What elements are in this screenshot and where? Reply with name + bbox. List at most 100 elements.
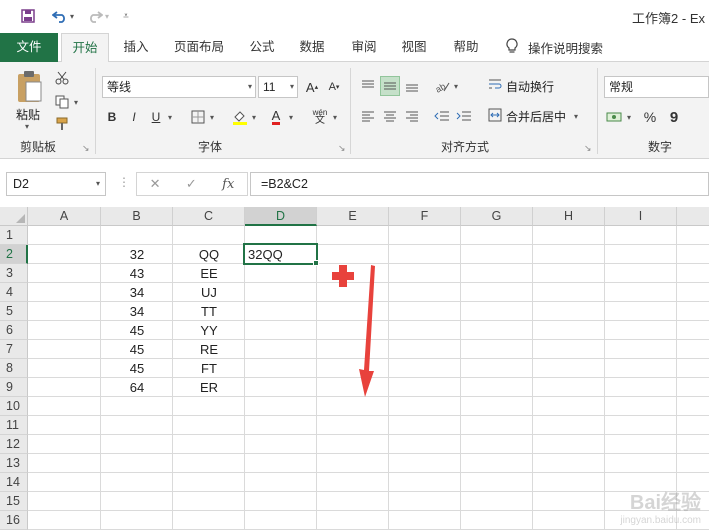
orientation-icon[interactable]: ab — [432, 76, 452, 96]
row-header-10[interactable]: 10 — [0, 397, 28, 416]
font-size-combo[interactable]: 11 ▾ — [258, 76, 298, 98]
fill-color-icon[interactable] — [230, 107, 250, 127]
cell-c6[interactable]: YY — [173, 321, 245, 340]
cell-c3[interactable]: EE — [173, 264, 245, 283]
tab-help[interactable]: 帮助 — [444, 33, 488, 62]
tab-review[interactable]: 审阅 — [342, 33, 386, 62]
fill-handle[interactable] — [313, 260, 319, 266]
row-header-4[interactable]: 4 — [0, 283, 28, 302]
tab-home[interactable]: 开始 — [61, 33, 109, 63]
cell-b6[interactable]: 45 — [101, 321, 173, 340]
shrink-font-button[interactable]: A ▾ — [324, 77, 344, 97]
row-header-16[interactable]: 16 — [0, 511, 28, 530]
tab-insert[interactable]: 插入 — [114, 33, 158, 62]
alignment-launcher-icon[interactable]: ↘ — [584, 144, 593, 153]
font-name-combo[interactable]: 等线 ▾ — [102, 76, 256, 98]
column-header-f[interactable]: F — [389, 207, 461, 226]
cell-b9[interactable]: 64 — [101, 378, 173, 397]
align-bottom-icon[interactable] — [402, 76, 422, 96]
grow-font-button[interactable]: A ▴ — [302, 77, 322, 97]
copy-icon[interactable] — [52, 92, 72, 112]
align-left-icon[interactable] — [358, 106, 378, 126]
align-middle-icon[interactable] — [380, 76, 400, 96]
cancel-icon[interactable]: ✕ — [150, 176, 161, 192]
row-header-2[interactable]: 2 — [0, 245, 28, 264]
cell-c9[interactable]: ER — [173, 378, 245, 397]
formula-input[interactable]: =B2&C2 — [250, 172, 709, 196]
format-painter-icon[interactable] — [52, 114, 72, 134]
cell-c8[interactable]: FT — [173, 359, 245, 378]
column-header-d[interactable]: D — [245, 207, 317, 226]
row-header-14[interactable]: 14 — [0, 473, 28, 492]
font-launcher-icon[interactable]: ↘ — [338, 144, 347, 153]
cell-c5[interactable]: TT — [173, 302, 245, 321]
merge-center-label: 合并后居中 — [506, 109, 567, 124]
undo-icon[interactable]: ▾ — [48, 6, 78, 26]
name-box[interactable]: D2 ▾ — [6, 172, 106, 196]
row-header-5[interactable]: 5 — [0, 302, 28, 321]
tab-formulas[interactable]: 公式 — [240, 33, 284, 62]
cell-c2[interactable]: QQ — [173, 245, 245, 264]
cell-c7[interactable]: RE — [173, 340, 245, 359]
gridline-horizontal — [28, 415, 709, 416]
row-header-15[interactable]: 15 — [0, 492, 28, 511]
row-header-7[interactable]: 7 — [0, 340, 28, 359]
percent-button[interactable]: % — [640, 107, 660, 127]
decrease-indent-icon[interactable] — [432, 106, 452, 126]
phonetic-guide-button[interactable]: wén 文 — [308, 107, 332, 127]
accounting-format-icon[interactable] — [604, 107, 624, 127]
customize-qat-icon[interactable]: ⩡ — [118, 6, 134, 26]
clipboard-launcher-icon[interactable]: ↘ — [82, 144, 91, 153]
number-format-combo[interactable]: 常规 — [604, 76, 709, 98]
save-icon[interactable] — [18, 6, 38, 26]
font-color-button[interactable]: A — [266, 107, 286, 127]
worksheet-grid[interactable]: A B C D E F G H I 1 2 3 4 5 6 7 8 9 10 11 12 13 14 15 16 32 43 34 34… — [0, 207, 709, 530]
row-header-6[interactable]: 6 — [0, 321, 28, 340]
row-header-13[interactable]: 13 — [0, 454, 28, 473]
paste-button[interactable]: 粘贴 ▾ — [10, 68, 48, 134]
enter-icon[interactable]: ✓ — [186, 176, 197, 192]
tab-view[interactable]: 视图 — [392, 33, 436, 62]
tab-file[interactable]: 文件 — [0, 33, 58, 62]
row-header-3[interactable]: 3 — [0, 264, 28, 283]
column-header-a[interactable]: A — [28, 207, 101, 226]
column-header-i[interactable]: I — [605, 207, 677, 226]
cell-b2[interactable]: 32 — [101, 245, 173, 264]
select-all-corner[interactable] — [0, 207, 28, 226]
align-top-icon[interactable] — [358, 76, 378, 96]
insert-function-icon[interactable]: fx — [222, 177, 234, 192]
cut-icon[interactable] — [52, 68, 72, 88]
increase-indent-icon[interactable] — [454, 106, 474, 126]
row-header-8[interactable]: 8 — [0, 359, 28, 378]
align-center-icon[interactable] — [380, 106, 400, 126]
cell-b7[interactable]: 45 — [101, 340, 173, 359]
column-header-c[interactable]: C — [173, 207, 245, 226]
formula-bar-grip[interactable]: ⋮ — [118, 175, 130, 189]
underline-button[interactable]: U — [146, 107, 166, 127]
cell-b5[interactable]: 34 — [101, 302, 173, 321]
align-right-icon[interactable] — [402, 106, 422, 126]
italic-button[interactable]: I — [124, 107, 144, 127]
tab-page-layout[interactable]: 页面布局 — [164, 33, 234, 62]
row-header-1[interactable]: 1 — [0, 226, 28, 245]
column-header-b[interactable]: B — [101, 207, 173, 226]
cell-b8[interactable]: 45 — [101, 359, 173, 378]
column-header-next[interactable] — [677, 207, 709, 226]
borders-icon[interactable] — [188, 107, 208, 127]
redo-icon[interactable]: ▾ — [84, 6, 112, 26]
cell-c4[interactable]: UJ — [173, 283, 245, 302]
bold-button[interactable]: B — [102, 107, 122, 127]
column-header-e[interactable]: E — [317, 207, 389, 226]
row-header-9[interactable]: 9 — [0, 378, 28, 397]
row-header-11[interactable]: 11 — [0, 416, 28, 435]
wrap-text-button[interactable]: 自动换行 — [488, 76, 554, 96]
row-header-12[interactable]: 12 — [0, 435, 28, 454]
cell-b3[interactable]: 43 — [101, 264, 173, 283]
tab-data[interactable]: 数据 — [290, 33, 334, 62]
column-header-g[interactable]: G — [461, 207, 533, 226]
cell-b4[interactable]: 34 — [101, 283, 173, 302]
comma-style-button[interactable]: 9 — [664, 107, 684, 127]
merge-center-button[interactable]: 合并后居中 ▾ — [488, 106, 578, 126]
column-header-h[interactable]: H — [533, 207, 605, 226]
tell-me-search[interactable]: 操作说明搜索 — [506, 33, 603, 62]
